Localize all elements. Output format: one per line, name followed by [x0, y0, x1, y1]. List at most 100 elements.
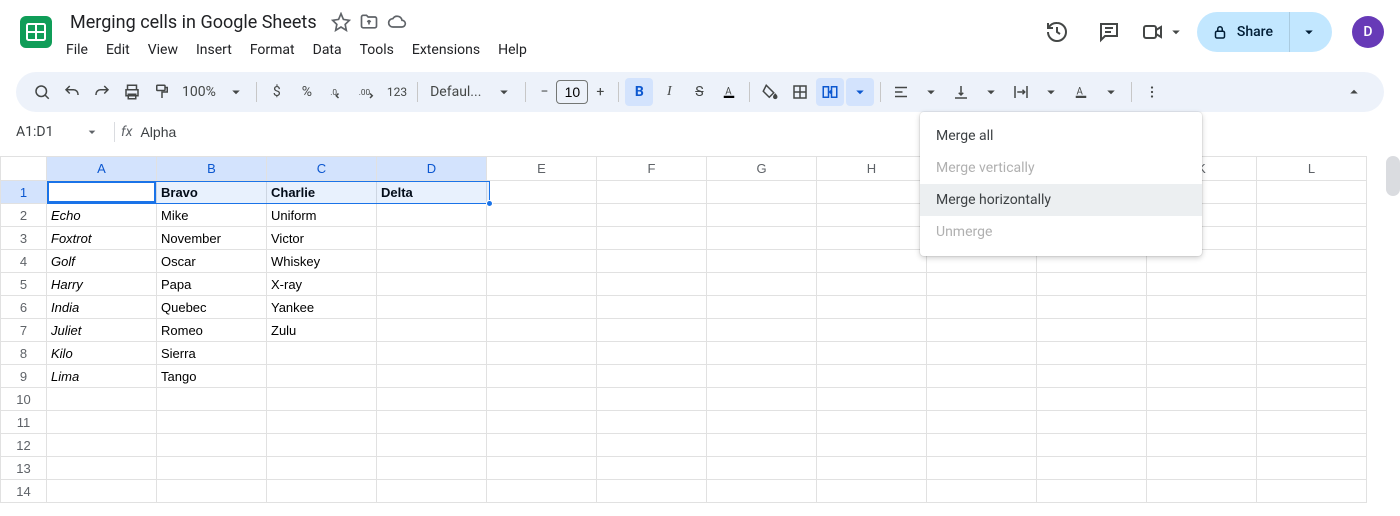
cell-E6[interactable]	[487, 296, 597, 319]
cell-A13[interactable]	[47, 457, 157, 480]
increase-fontsize[interactable]: +	[588, 80, 612, 104]
cell-F4[interactable]	[597, 250, 707, 273]
italic-button[interactable]: I	[655, 78, 683, 106]
merge-cells-dropdown[interactable]	[846, 78, 874, 106]
bold-button[interactable]: B	[625, 78, 653, 106]
cell-E8[interactable]	[487, 342, 597, 365]
cell-A5[interactable]: Harry	[47, 273, 157, 296]
cell-K10[interactable]	[1147, 388, 1257, 411]
cell-L3[interactable]	[1257, 227, 1367, 250]
history-icon[interactable]	[1037, 12, 1077, 52]
cell-I8[interactable]	[927, 342, 1037, 365]
cell-C5[interactable]: X-ray	[267, 273, 377, 296]
font-family-select[interactable]: Defaul...	[424, 78, 519, 106]
row-header-1[interactable]: 1	[1, 181, 47, 204]
cell-K5[interactable]	[1147, 273, 1257, 296]
collapse-toolbar-icon[interactable]	[1340, 78, 1368, 106]
cell-A9[interactable]: Lima	[47, 365, 157, 388]
cell-H10[interactable]	[817, 388, 927, 411]
cell-H11[interactable]	[817, 411, 927, 434]
cell-F1[interactable]	[597, 181, 707, 204]
cell-J11[interactable]	[1037, 411, 1147, 434]
select-all-corner[interactable]	[1, 157, 47, 181]
menu-edit[interactable]: Edit	[98, 38, 138, 62]
cell-E5[interactable]	[487, 273, 597, 296]
cell-A11[interactable]	[47, 411, 157, 434]
cell-C14[interactable]	[267, 480, 377, 503]
cell-D6[interactable]	[377, 296, 487, 319]
cell-L2[interactable]	[1257, 204, 1367, 227]
cell-J8[interactable]	[1037, 342, 1147, 365]
cell-J9[interactable]	[1037, 365, 1147, 388]
cell-E10[interactable]	[487, 388, 597, 411]
row-header-11[interactable]: 11	[1, 411, 47, 434]
cell-L12[interactable]	[1257, 434, 1367, 457]
cell-C1[interactable]: Charlie	[267, 181, 377, 204]
cell-B14[interactable]	[157, 480, 267, 503]
menu-extensions[interactable]: Extensions	[404, 38, 488, 62]
cell-B3[interactable]: November	[157, 227, 267, 250]
formula-bar[interactable]	[140, 124, 1400, 140]
cell-I7[interactable]	[927, 319, 1037, 342]
cell-F3[interactable]	[597, 227, 707, 250]
cell-C7[interactable]: Zulu	[267, 319, 377, 342]
row-header-4[interactable]: 4	[1, 250, 47, 273]
cell-D4[interactable]	[377, 250, 487, 273]
cell-G12[interactable]	[707, 434, 817, 457]
cell-E3[interactable]	[487, 227, 597, 250]
column-header-G[interactable]: G	[707, 157, 817, 181]
more-toolbar-icon[interactable]	[1138, 78, 1166, 106]
cell-E4[interactable]	[487, 250, 597, 273]
cell-L5[interactable]	[1257, 273, 1367, 296]
column-header-H[interactable]: H	[817, 157, 927, 181]
cell-H13[interactable]	[817, 457, 927, 480]
column-header-A[interactable]: A	[47, 157, 157, 181]
redo-icon[interactable]	[88, 78, 116, 106]
format-percent[interactable]: %	[293, 78, 321, 106]
cell-H5[interactable]	[817, 273, 927, 296]
row-header-9[interactable]: 9	[1, 365, 47, 388]
cell-E13[interactable]	[487, 457, 597, 480]
cell-A14[interactable]	[47, 480, 157, 503]
cell-D12[interactable]	[377, 434, 487, 457]
cell-H8[interactable]	[817, 342, 927, 365]
cell-E9[interactable]	[487, 365, 597, 388]
strikethrough-button[interactable]: S	[685, 78, 713, 106]
cell-A2[interactable]: Echo	[47, 204, 157, 227]
cell-G3[interactable]	[707, 227, 817, 250]
menu-format[interactable]: Format	[242, 38, 303, 62]
text-color-button[interactable]: A	[715, 78, 743, 106]
cell-B9[interactable]: Tango	[157, 365, 267, 388]
cell-F6[interactable]	[597, 296, 707, 319]
cell-F14[interactable]	[597, 480, 707, 503]
cell-D1[interactable]: Delta	[377, 181, 487, 204]
cell-I11[interactable]	[927, 411, 1037, 434]
sheets-logo-icon[interactable]	[16, 12, 56, 52]
cell-G10[interactable]	[707, 388, 817, 411]
cell-H4[interactable]	[817, 250, 927, 273]
cell-F5[interactable]	[597, 273, 707, 296]
zoom-dropdown[interactable]	[222, 78, 250, 106]
cell-L10[interactable]	[1257, 388, 1367, 411]
vertical-align-button[interactable]	[947, 78, 975, 106]
row-header-2[interactable]: 2	[1, 204, 47, 227]
zoom-select[interactable]: 100%	[178, 78, 220, 106]
cell-E7[interactable]	[487, 319, 597, 342]
cell-H12[interactable]	[817, 434, 927, 457]
cell-A1[interactable]: Alpha	[47, 181, 157, 204]
cell-F8[interactable]	[597, 342, 707, 365]
cell-K9[interactable]	[1147, 365, 1257, 388]
cell-G9[interactable]	[707, 365, 817, 388]
column-header-D[interactable]: D	[377, 157, 487, 181]
column-header-B[interactable]: B	[157, 157, 267, 181]
cell-J12[interactable]	[1037, 434, 1147, 457]
cell-K13[interactable]	[1147, 457, 1257, 480]
borders-button[interactable]	[786, 78, 814, 106]
cell-G1[interactable]	[707, 181, 817, 204]
cell-D7[interactable]	[377, 319, 487, 342]
cell-J7[interactable]	[1037, 319, 1147, 342]
cell-D3[interactable]	[377, 227, 487, 250]
cell-H3[interactable]	[817, 227, 927, 250]
fontsize-input[interactable]	[556, 80, 588, 104]
cell-F13[interactable]	[597, 457, 707, 480]
